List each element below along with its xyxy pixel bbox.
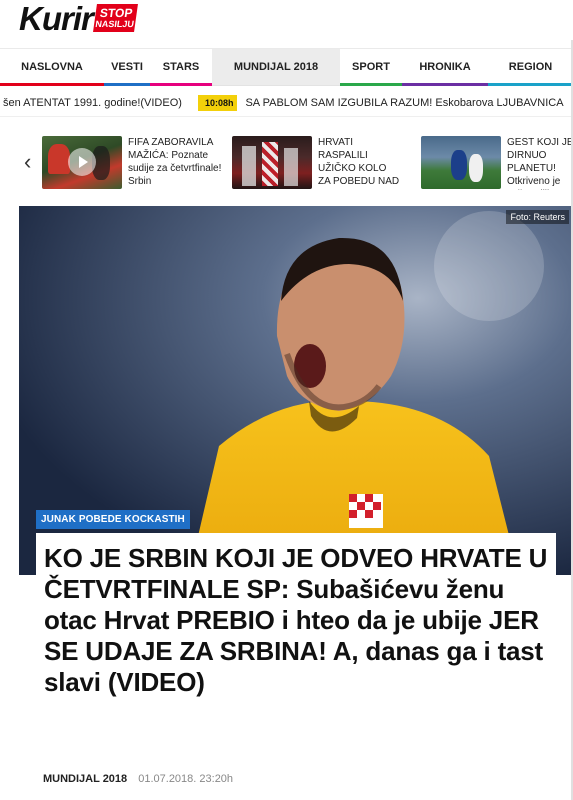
nav-item-hronika[interactable]: HRONIKA [402,49,488,86]
news-ticker: šen ATENTAT 1991. godine!(VIDEO) 10:08h … [0,89,573,117]
nasilju-label: NASILJU [94,19,135,29]
nav-item-naslovna[interactable]: NASLOVNA [0,49,104,86]
nav-label: NASLOVNA [21,61,83,73]
related-card[interactable]: HRVATI RASPALILI UŽIČKO KOLO ZA POBEDU N… [232,136,400,190]
nav-accent-bar [340,83,402,86]
nav-label: REGION [508,61,553,73]
nav-label: VESTI [111,61,143,73]
stop-label: STOP [98,6,134,20]
article-headline[interactable]: KO JE SRBIN KOJI JE ODVEO HRVATE U ČETVR… [44,543,548,698]
related-card[interactable]: FIFA ZABORAVILA MAŽIĆA: Poznate sudije z… [42,136,224,190]
related-title[interactable]: HRVATI RASPALILI UŽIČKO KOLO ZA POBEDU N… [318,136,400,190]
nav-item-vesti[interactable]: VESTI [104,49,150,86]
article-kicker[interactable]: JUNAK POBEDE KOCKASTIH [36,510,190,529]
nav-item-sport[interactable]: SPORT [340,49,402,86]
stop-nasilju-badge: STOP NASILJU [92,4,138,32]
nav-label: MUNDIJAL 2018 [233,61,319,73]
related-articles-strip: ‹ FIFA ZABORAVILA MAŽIĆA: Poznate sudije… [0,130,573,194]
nav-item-mundijal-2018[interactable]: MUNDIJAL 2018 [212,49,340,85]
nav-label: SPORT [352,61,390,73]
headline-box: KO JE SRBIN KOJI JE ODVEO HRVATE U ČETVR… [36,533,556,765]
chevron-left-icon[interactable]: ‹ [24,151,31,173]
related-card[interactable]: GEST KOJI JE DIRNUO PLANETU! Otkriveno j… [421,136,573,190]
nav-label: HRONIKA [419,61,471,73]
ticker-time-badge: 10:08h [197,94,238,111]
article-category[interactable]: MUNDIJAL 2018 [43,773,127,785]
nav-item-region[interactable]: REGION [488,49,573,86]
related-thumbnail[interactable] [421,136,501,189]
related-title[interactable]: FIFA ZABORAVILA MAŽIĆA: Poznate sudije z… [128,136,224,190]
nav-accent-bar [402,83,488,86]
nav-item-stars[interactable]: STARS [150,49,212,86]
nav-accent-bar [488,83,573,86]
nav-accent-bar [150,83,212,86]
article-meta: MUNDIJAL 2018 01.07.2018. 23:20h [43,773,233,785]
nav-accent-bar [104,83,150,86]
article-date: 01.07.2018. 23:20h [138,773,234,785]
ticker-item[interactable]: šen ATENTAT 1991. godine!(VIDEO) [0,97,182,109]
nav-accent-bar [0,83,104,86]
nav-label: STARS [162,61,200,73]
site-header: Kurir STOP NASILJU [0,0,573,40]
main-nav: NASLOVNA VESTI STARS MUNDIJAL 2018 SPORT… [0,48,573,86]
related-thumbnail[interactable] [42,136,122,189]
photo-credit: Foto: Reuters [506,210,569,224]
related-thumbnail[interactable] [232,136,312,189]
ticker-item[interactable]: SA PABLOM SAM IZGUBILA RAZUM! Eskobarova… [245,97,563,109]
logo-wordmark: Kurir [19,0,94,37]
play-icon [68,148,96,176]
related-title[interactable]: GEST KOJI JE DIRNUO PLANETU! Otkriveno j… [507,136,573,190]
kurir-logo[interactable]: Kurir STOP NASILJU [19,0,138,37]
